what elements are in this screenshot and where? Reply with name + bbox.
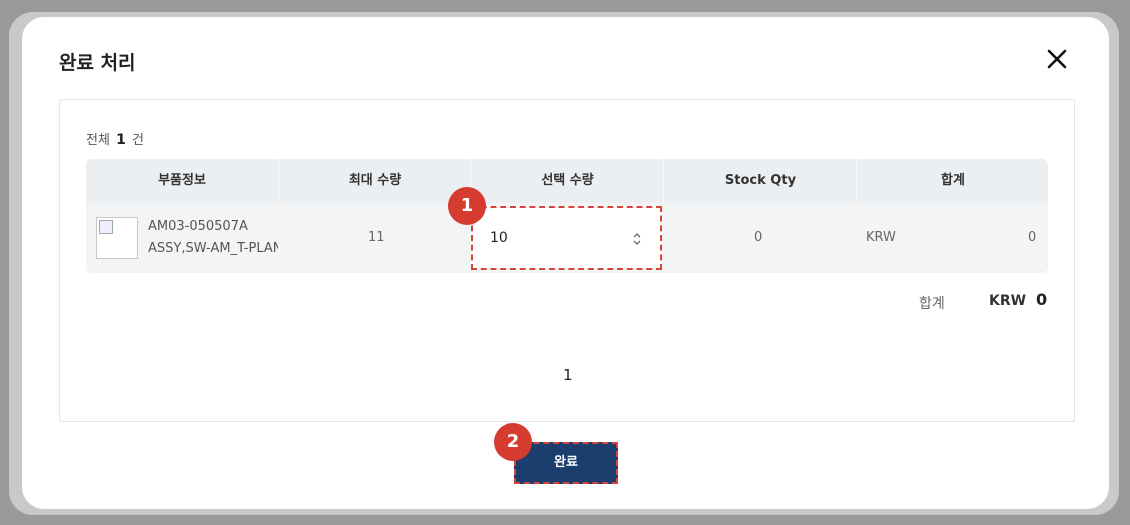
close-button[interactable] bbox=[1045, 47, 1069, 71]
complete-dialog: 완료 처리 전체 1 건 부품정보 최대 수량 선택 수량 Stock Qty … bbox=[22, 17, 1109, 509]
stock-qty: 0 bbox=[754, 230, 763, 245]
max-qty: 11 bbox=[368, 230, 385, 245]
header-selected-qty: 선택 수량 bbox=[470, 159, 664, 203]
sum-label: 합계 bbox=[919, 296, 945, 312]
broken-image-icon bbox=[99, 220, 113, 234]
dialog-title: 완료 처리 bbox=[59, 52, 136, 74]
part-name: ASSY,SW-AM_T-PLAN bbox=[148, 241, 278, 256]
row-amount: 0 bbox=[1028, 230, 1037, 245]
table-header: 부품정보 최대 수량 선택 수량 Stock Qty 합계 bbox=[86, 159, 1048, 203]
total-prefix: 전체 bbox=[86, 133, 110, 148]
part-code: AM03-050507A bbox=[148, 219, 248, 234]
parts-table: 부품정보 최대 수량 선택 수량 Stock Qty 합계 AM03-05050… bbox=[86, 159, 1048, 273]
header-part-info: 부품정보 bbox=[158, 173, 206, 188]
total-suffix: 건 bbox=[131, 133, 144, 148]
total-count-value: 1 bbox=[116, 132, 126, 148]
content-panel: 전체 1 건 부품정보 최대 수량 선택 수량 Stock Qty 합계 AM0… bbox=[59, 99, 1075, 422]
sum-amount: 0 bbox=[1036, 290, 1048, 309]
sum-currency: KRW bbox=[989, 293, 1027, 309]
pagination-page-1[interactable]: 1 bbox=[563, 366, 573, 384]
selected-qty-input[interactable]: 10 bbox=[471, 206, 662, 270]
header-max-qty: 최대 수량 bbox=[278, 159, 471, 203]
selected-qty-value[interactable]: 10 bbox=[490, 230, 508, 246]
table-row: AM03-050507A ASSY,SW-AM_T-PLAN 11 10 0 K… bbox=[86, 203, 1048, 273]
header-total: 합계 bbox=[856, 159, 1048, 203]
close-icon bbox=[1047, 49, 1067, 69]
header-stock-qty: Stock Qty bbox=[663, 159, 857, 203]
part-image bbox=[96, 217, 138, 259]
annotation-badge-1: 1 bbox=[448, 187, 486, 225]
spinner-icon[interactable] bbox=[632, 232, 642, 246]
row-currency: KRW bbox=[866, 230, 896, 245]
annotation-badge-2: 2 bbox=[494, 423, 532, 461]
total-count: 전체 1 건 bbox=[86, 129, 144, 148]
